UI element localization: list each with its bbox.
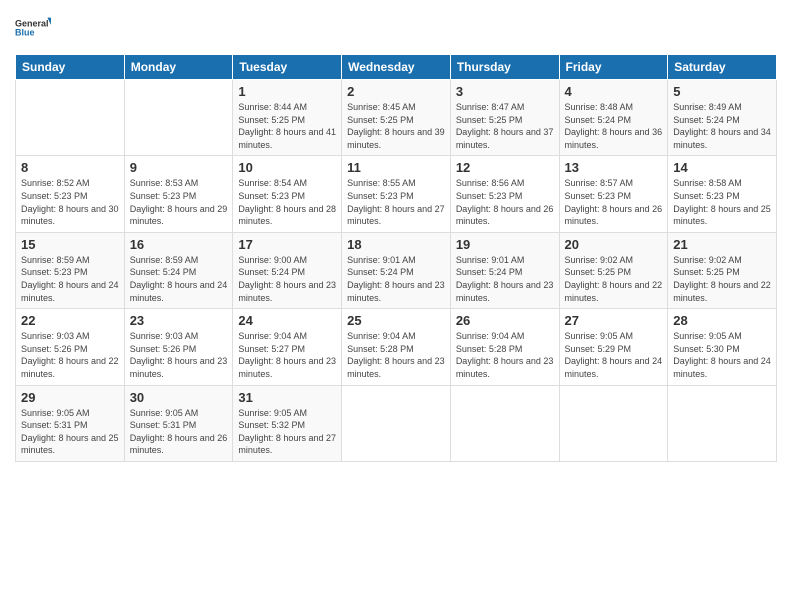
- day-cell-5: 5Sunrise: 8:49 AMSunset: 5:24 PMDaylight…: [668, 80, 777, 156]
- day-cell-26: 26Sunrise: 9:04 AMSunset: 5:28 PMDayligh…: [450, 309, 559, 385]
- day-cell-9: 9Sunrise: 8:53 AMSunset: 5:23 PMDaylight…: [124, 156, 233, 232]
- day-cell-22: 22Sunrise: 9:03 AMSunset: 5:26 PMDayligh…: [16, 309, 125, 385]
- col-header-wednesday: Wednesday: [342, 55, 451, 80]
- day-cell-27: 27Sunrise: 9:05 AMSunset: 5:29 PMDayligh…: [559, 309, 668, 385]
- day-cell-25: 25Sunrise: 9:04 AMSunset: 5:28 PMDayligh…: [342, 309, 451, 385]
- empty-cell: [668, 385, 777, 461]
- day-cell-4: 4Sunrise: 8:48 AMSunset: 5:24 PMDaylight…: [559, 80, 668, 156]
- col-header-friday: Friday: [559, 55, 668, 80]
- week-row-3: 15Sunrise: 8:59 AMSunset: 5:23 PMDayligh…: [16, 232, 777, 308]
- col-header-sunday: Sunday: [16, 55, 125, 80]
- day-cell-12: 12Sunrise: 8:56 AMSunset: 5:23 PMDayligh…: [450, 156, 559, 232]
- logo: General Blue: [15, 10, 51, 46]
- week-row-5: 29Sunrise: 9:05 AMSunset: 5:31 PMDayligh…: [16, 385, 777, 461]
- svg-text:General: General: [15, 19, 49, 29]
- day-cell-15: 15Sunrise: 8:59 AMSunset: 5:23 PMDayligh…: [16, 232, 125, 308]
- day-cell-30: 30Sunrise: 9:05 AMSunset: 5:31 PMDayligh…: [124, 385, 233, 461]
- week-row-2: 8Sunrise: 8:52 AMSunset: 5:23 PMDaylight…: [16, 156, 777, 232]
- page: General Blue SundayMondayTuesdayWednesda…: [0, 0, 792, 612]
- day-cell-18: 18Sunrise: 9:01 AMSunset: 5:24 PMDayligh…: [342, 232, 451, 308]
- day-cell-20: 20Sunrise: 9:02 AMSunset: 5:25 PMDayligh…: [559, 232, 668, 308]
- col-header-monday: Monday: [124, 55, 233, 80]
- empty-cell: [559, 385, 668, 461]
- day-cell-16: 16Sunrise: 8:59 AMSunset: 5:24 PMDayligh…: [124, 232, 233, 308]
- day-cell-21: 21Sunrise: 9:02 AMSunset: 5:25 PMDayligh…: [668, 232, 777, 308]
- header-row: SundayMondayTuesdayWednesdayThursdayFrid…: [16, 55, 777, 80]
- week-row-1: 1Sunrise: 8:44 AMSunset: 5:25 PMDaylight…: [16, 80, 777, 156]
- day-cell-28: 28Sunrise: 9:05 AMSunset: 5:30 PMDayligh…: [668, 309, 777, 385]
- day-cell-29: 29Sunrise: 9:05 AMSunset: 5:31 PMDayligh…: [16, 385, 125, 461]
- col-header-tuesday: Tuesday: [233, 55, 342, 80]
- day-cell-1: 1Sunrise: 8:44 AMSunset: 5:25 PMDaylight…: [233, 80, 342, 156]
- day-cell-31: 31Sunrise: 9:05 AMSunset: 5:32 PMDayligh…: [233, 385, 342, 461]
- day-cell-3: 3Sunrise: 8:47 AMSunset: 5:25 PMDaylight…: [450, 80, 559, 156]
- empty-cell: [450, 385, 559, 461]
- svg-text:Blue: Blue: [15, 28, 35, 38]
- empty-cell: [124, 80, 233, 156]
- empty-cell: [16, 80, 125, 156]
- day-cell-24: 24Sunrise: 9:04 AMSunset: 5:27 PMDayligh…: [233, 309, 342, 385]
- col-header-thursday: Thursday: [450, 55, 559, 80]
- day-cell-19: 19Sunrise: 9:01 AMSunset: 5:24 PMDayligh…: [450, 232, 559, 308]
- header: General Blue: [15, 10, 777, 46]
- day-cell-17: 17Sunrise: 9:00 AMSunset: 5:24 PMDayligh…: [233, 232, 342, 308]
- logo-svg: General Blue: [15, 10, 51, 46]
- day-cell-13: 13Sunrise: 8:57 AMSunset: 5:23 PMDayligh…: [559, 156, 668, 232]
- day-cell-11: 11Sunrise: 8:55 AMSunset: 5:23 PMDayligh…: [342, 156, 451, 232]
- col-header-saturday: Saturday: [668, 55, 777, 80]
- day-cell-10: 10Sunrise: 8:54 AMSunset: 5:23 PMDayligh…: [233, 156, 342, 232]
- day-cell-2: 2Sunrise: 8:45 AMSunset: 5:25 PMDaylight…: [342, 80, 451, 156]
- empty-cell: [342, 385, 451, 461]
- day-cell-8: 8Sunrise: 8:52 AMSunset: 5:23 PMDaylight…: [16, 156, 125, 232]
- calendar-table: SundayMondayTuesdayWednesdayThursdayFrid…: [15, 54, 777, 462]
- week-row-4: 22Sunrise: 9:03 AMSunset: 5:26 PMDayligh…: [16, 309, 777, 385]
- day-cell-23: 23Sunrise: 9:03 AMSunset: 5:26 PMDayligh…: [124, 309, 233, 385]
- day-cell-14: 14Sunrise: 8:58 AMSunset: 5:23 PMDayligh…: [668, 156, 777, 232]
